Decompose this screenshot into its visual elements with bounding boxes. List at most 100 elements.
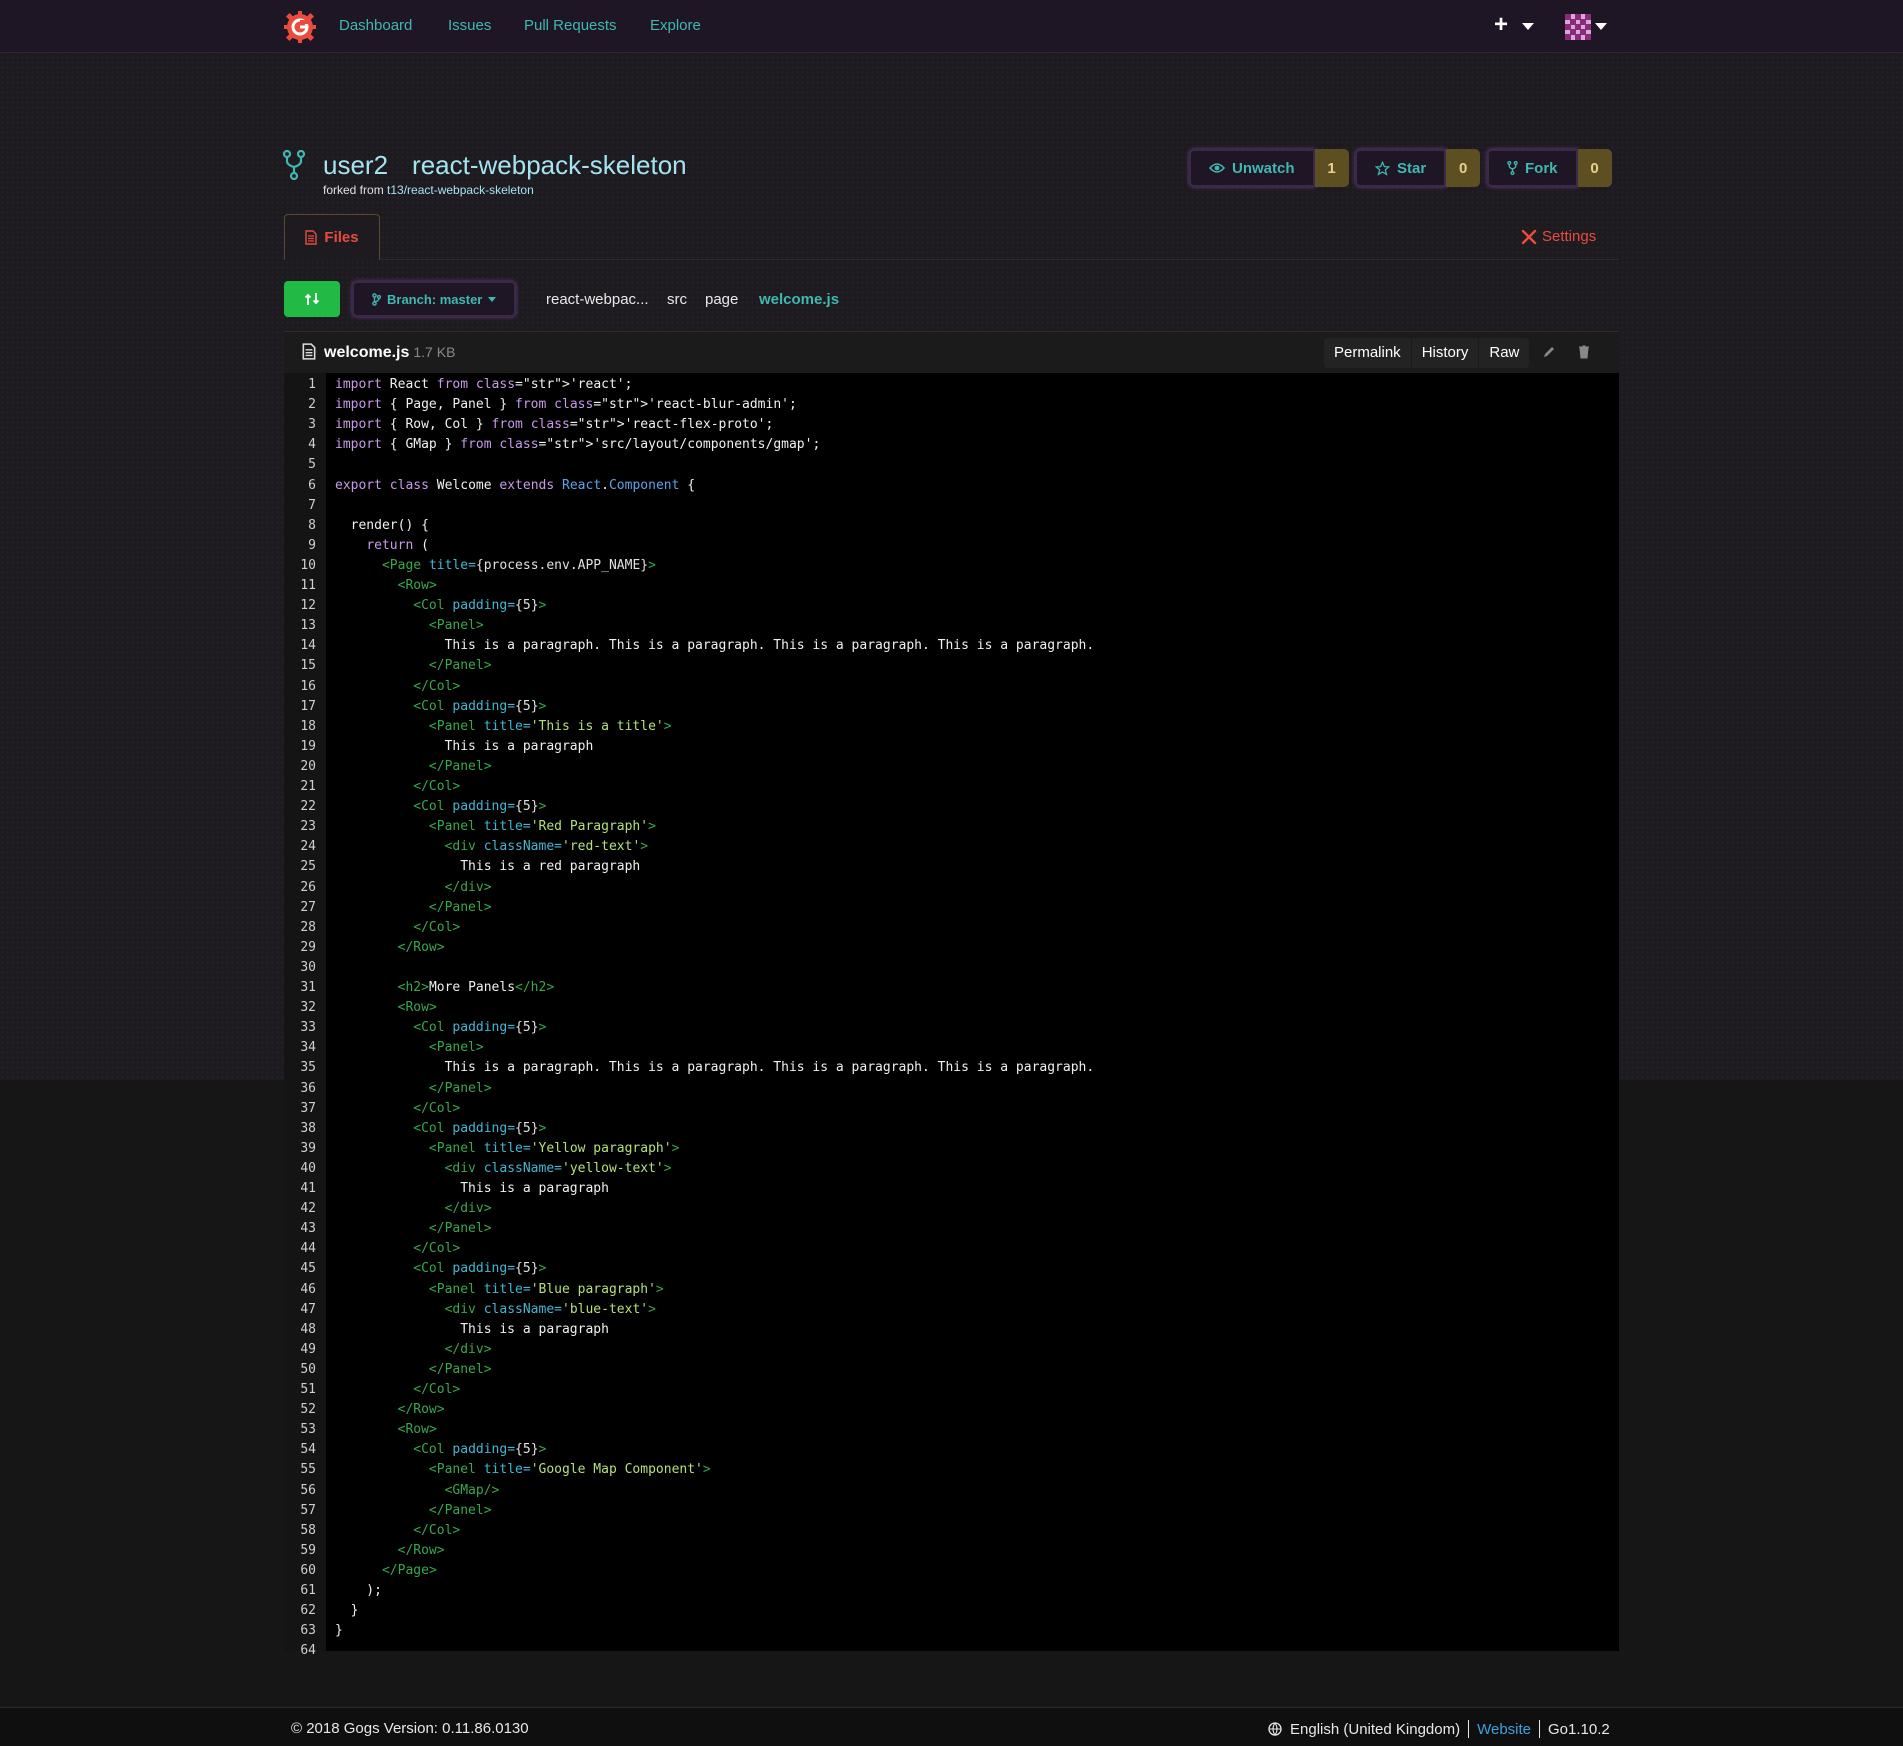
line-number[interactable]: 45 — [284, 1259, 316, 1279]
line-number[interactable]: 32 — [284, 998, 316, 1018]
line-number[interactable]: 52 — [284, 1400, 316, 1420]
gogs-logo-icon[interactable] — [284, 11, 316, 43]
line-number[interactable]: 17 — [284, 697, 316, 717]
line-number[interactable]: 42 — [284, 1199, 316, 1219]
line-number[interactable]: 46 — [284, 1280, 316, 1300]
line-number[interactable]: 31 — [284, 978, 316, 998]
fork-button[interactable]: Fork — [1487, 149, 1578, 187]
user-avatar[interactable] — [1565, 14, 1591, 40]
line-number[interactable]: 2 — [284, 395, 316, 415]
line-number[interactable]: 57 — [284, 1501, 316, 1521]
line-number[interactable]: 28 — [284, 918, 316, 938]
line-number[interactable]: 5 — [284, 455, 316, 475]
line-number[interactable]: 33 — [284, 1018, 316, 1038]
user-dropdown-caret-icon[interactable] — [1595, 23, 1607, 30]
line-number[interactable]: 14 — [284, 636, 316, 656]
line-number[interactable]: 23 — [284, 817, 316, 837]
line-number[interactable]: 29 — [284, 938, 316, 958]
language-selector[interactable]: English (United Kingdom) — [1290, 1721, 1460, 1738]
line-number[interactable]: 47 — [284, 1300, 316, 1320]
line-number[interactable]: 12 — [284, 596, 316, 616]
line-number[interactable]: 41 — [284, 1179, 316, 1199]
branch-dropdown[interactable]: Branch: master — [352, 281, 517, 317]
line-number[interactable]: 38 — [284, 1119, 316, 1139]
line-number[interactable]: 19 — [284, 737, 316, 757]
line-number[interactable]: 25 — [284, 857, 316, 877]
raw-button[interactable]: Raw — [1478, 338, 1529, 368]
line-number[interactable]: 6 — [284, 476, 316, 496]
line-number[interactable]: 16 — [284, 677, 316, 697]
watch-count[interactable]: 1 — [1314, 149, 1349, 187]
line-number[interactable]: 56 — [284, 1481, 316, 1501]
line-number[interactable]: 63 — [284, 1621, 316, 1641]
line-number[interactable]: 54 — [284, 1440, 316, 1460]
website-link[interactable]: Website — [1477, 1721, 1531, 1738]
line-number[interactable]: 48 — [284, 1320, 316, 1340]
tab-files[interactable]: Files — [284, 214, 380, 260]
star-count[interactable]: 0 — [1446, 149, 1481, 187]
code-line: 48 This is a paragraph — [284, 1320, 1619, 1340]
nav-pull-requests[interactable]: Pull Requests — [524, 17, 617, 34]
unwatch-button[interactable]: Unwatch — [1189, 149, 1315, 187]
nav-explore[interactable]: Explore — [650, 17, 701, 34]
fork-label: Fork — [1525, 159, 1558, 177]
line-number[interactable]: 26 — [284, 878, 316, 898]
breadcrumb-repo[interactable]: react-webpac... — [546, 291, 649, 308]
line-number[interactable]: 22 — [284, 797, 316, 817]
line-number[interactable]: 20 — [284, 757, 316, 777]
line-number[interactable]: 59 — [284, 1541, 316, 1561]
fork-count[interactable]: 0 — [1577, 149, 1612, 187]
line-number[interactable]: 51 — [284, 1380, 316, 1400]
star-button[interactable]: Star — [1355, 149, 1447, 187]
line-number[interactable]: 64 — [284, 1641, 316, 1661]
create-new-plus-icon[interactable]: + — [1494, 11, 1508, 39]
line-number[interactable]: 35 — [284, 1058, 316, 1078]
code-view: 1 import React from class="str">'react'; 2… — [284, 373, 1619, 1658]
compare-pull-button[interactable] — [284, 281, 340, 317]
forked-source-link[interactable]: t13/react-webpack-skeleton — [387, 183, 534, 197]
line-number[interactable]: 3 — [284, 415, 316, 435]
line-number[interactable]: 30 — [284, 958, 316, 978]
line-number[interactable]: 37 — [284, 1099, 316, 1119]
nav-issues[interactable]: Issues — [448, 17, 491, 34]
edit-pencil-icon[interactable] — [1541, 344, 1557, 360]
line-number[interactable]: 18 — [284, 717, 316, 737]
line-number[interactable]: 10 — [284, 556, 316, 576]
line-number[interactable]: 39 — [284, 1139, 316, 1159]
line-number[interactable]: 9 — [284, 536, 316, 556]
line-number[interactable]: 58 — [284, 1521, 316, 1541]
line-number[interactable]: 43 — [284, 1219, 316, 1239]
line-number[interactable]: 27 — [284, 898, 316, 918]
line-number[interactable]: 7 — [284, 496, 316, 516]
line-number[interactable]: 4 — [284, 435, 316, 455]
line-number[interactable]: 13 — [284, 616, 316, 636]
delete-trash-icon[interactable] — [1576, 344, 1592, 360]
permalink-button[interactable]: Permalink — [1324, 338, 1411, 368]
line-number[interactable]: 61 — [284, 1581, 316, 1601]
breadcrumb-src[interactable]: src — [667, 291, 687, 308]
nav-dashboard[interactable]: Dashboard — [339, 17, 412, 34]
line-number[interactable]: 36 — [284, 1079, 316, 1099]
line-number[interactable]: 8 — [284, 516, 316, 536]
line-number[interactable]: 50 — [284, 1360, 316, 1380]
line-number[interactable]: 55 — [284, 1460, 316, 1480]
line-number[interactable]: 21 — [284, 777, 316, 797]
line-number[interactable]: 60 — [284, 1561, 316, 1581]
line-number[interactable]: 49 — [284, 1340, 316, 1360]
line-number[interactable]: 24 — [284, 837, 316, 857]
breadcrumb-page[interactable]: page — [705, 291, 738, 308]
star-icon — [1375, 160, 1390, 176]
line-number[interactable]: 11 — [284, 576, 316, 596]
line-number[interactable]: 1 — [284, 375, 316, 395]
line-number[interactable]: 34 — [284, 1038, 316, 1058]
line-number[interactable]: 15 — [284, 656, 316, 676]
repo-name-link[interactable]: react-webpack-skeleton — [412, 150, 687, 180]
line-number[interactable]: 40 — [284, 1159, 316, 1179]
create-dropdown-caret-icon[interactable] — [1522, 23, 1534, 30]
history-button[interactable]: History — [1410, 338, 1479, 368]
line-number[interactable]: 62 — [284, 1601, 316, 1621]
line-number[interactable]: 53 — [284, 1420, 316, 1440]
line-number[interactable]: 44 — [284, 1239, 316, 1259]
tab-settings[interactable]: Settings — [1521, 228, 1596, 245]
repo-owner-link[interactable]: user2 — [323, 150, 388, 180]
